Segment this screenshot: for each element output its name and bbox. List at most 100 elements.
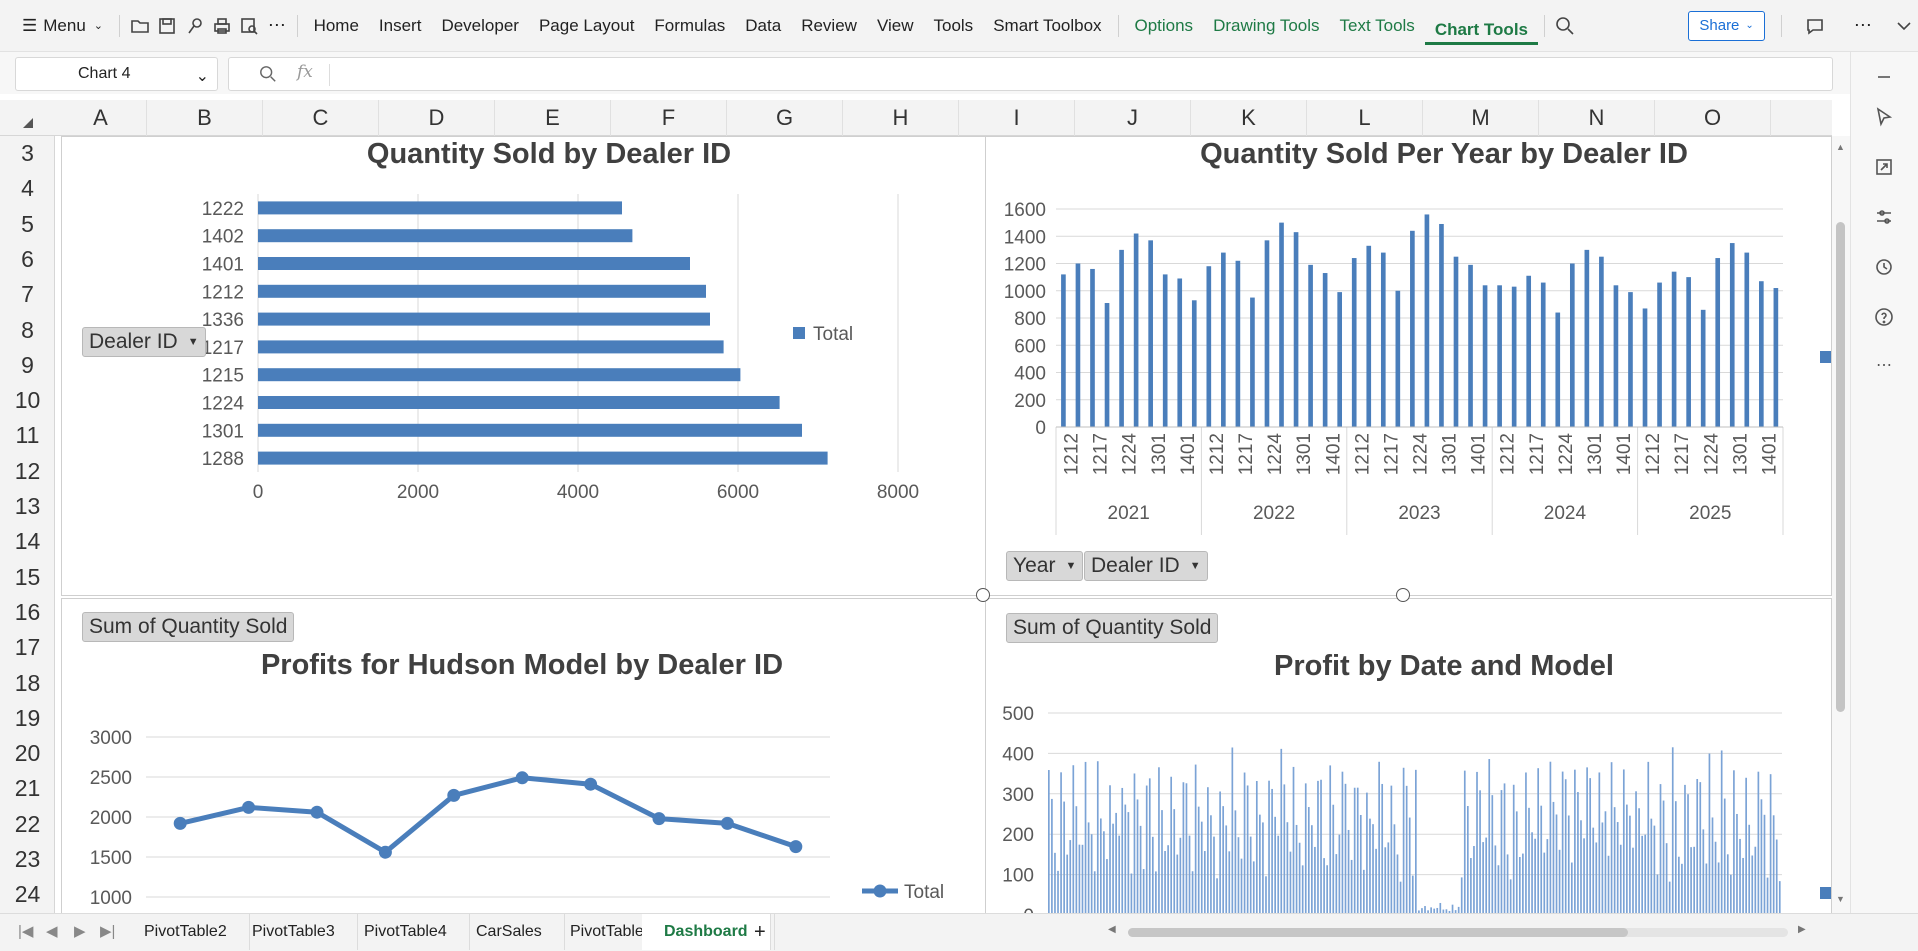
column-header[interactable]: C	[263, 100, 379, 136]
row-header[interactable]: 5	[0, 207, 55, 242]
column-header[interactable]: K	[1191, 100, 1307, 136]
field-button-sum-quantity[interactable]: Sum of Quantity Sold	[82, 612, 295, 642]
tab-review[interactable]: Review	[791, 0, 867, 52]
row-header[interactable]: 7	[0, 277, 55, 312]
row-header[interactable]: 12	[0, 454, 55, 489]
row-header[interactable]: 20	[0, 736, 55, 771]
column-header[interactable]: D	[379, 100, 495, 136]
scroll-down-icon[interactable]: ▼	[1836, 894, 1845, 904]
formula-input[interactable]: fx	[228, 57, 1833, 91]
tab-chart-tools[interactable]: Chart Tools	[1424, 13, 1538, 45]
sheet-grid[interactable]: Quantity Sold by Dealer ID 0 2000 4000 6000 8…	[55, 136, 1832, 913]
row-header[interactable]: 8	[0, 313, 55, 348]
field-button-year[interactable]: Year ▼	[1006, 551, 1084, 581]
column-header[interactable]: H	[843, 100, 959, 136]
format-painter-icon[interactable]	[181, 11, 208, 41]
more-icon[interactable]: ⋯	[1871, 352, 1897, 378]
row-header[interactable]: 11	[0, 418, 55, 453]
history-icon[interactable]	[1871, 254, 1897, 280]
row-header[interactable]: 13	[0, 489, 55, 524]
menu-button[interactable]: ☰ Menu ⌄	[0, 0, 113, 52]
field-button-dealer-id[interactable]: Dealer ID ▼	[1084, 551, 1208, 581]
row-header[interactable]: 14	[0, 524, 55, 559]
select-pointer-icon[interactable]	[1871, 104, 1897, 130]
tab-developer[interactable]: Developer	[431, 0, 529, 52]
column-header[interactable]: E	[495, 100, 611, 136]
search-icon[interactable]	[1551, 11, 1578, 41]
row-header[interactable]: 16	[0, 595, 55, 630]
share-button[interactable]: Share ⌄	[1688, 10, 1765, 41]
print-icon[interactable]	[208, 11, 235, 41]
row-header[interactable]: 23	[0, 842, 55, 877]
sheet-tab[interactable]: PivotTable3	[230, 914, 358, 950]
save-icon[interactable]	[153, 11, 180, 41]
convert-icon[interactable]	[1871, 154, 1897, 180]
column-header[interactable]: G	[727, 100, 843, 136]
tab-options[interactable]: Options	[1124, 0, 1203, 52]
row-header[interactable]: 9	[0, 348, 55, 383]
sheet-tab[interactable]: PivotTable4	[342, 914, 470, 950]
fx-icon[interactable]: fx	[297, 62, 313, 82]
tab-insert[interactable]: Insert	[369, 0, 432, 52]
row-header[interactable]: 19	[0, 701, 55, 736]
overflow-icon[interactable]: ⋯	[1849, 11, 1876, 41]
resize-handle[interactable]	[976, 588, 990, 602]
scroll-right-icon[interactable]: ▶	[1798, 924, 1806, 935]
collapse-icon[interactable]	[1891, 11, 1918, 41]
column-header[interactable]: J	[1075, 100, 1191, 136]
column-header[interactable]: A	[55, 100, 147, 136]
tab-formulas[interactable]: Formulas	[644, 0, 735, 52]
tab-drawing-tools[interactable]: Drawing Tools	[1203, 0, 1329, 52]
row-header[interactable]: 17	[0, 630, 55, 665]
add-sheet-icon[interactable]: +	[746, 914, 775, 950]
column-header[interactable]: L	[1307, 100, 1423, 136]
print-preview-icon[interactable]	[236, 11, 263, 41]
last-sheet-icon[interactable]: ▶|	[100, 922, 115, 940]
resize-handle[interactable]	[1396, 588, 1410, 602]
tab-home[interactable]: Home	[304, 0, 369, 52]
column-header[interactable]: B	[147, 100, 263, 136]
field-button-sum-quantity[interactable]: Sum of Quantity Sold	[1006, 613, 1219, 643]
column-header[interactable]: I	[959, 100, 1075, 136]
field-button-dealer-id[interactable]: Dealer ID ▼	[82, 327, 206, 357]
settings-sliders-icon[interactable]	[1871, 204, 1897, 230]
row-header[interactable]: 10	[0, 383, 55, 418]
first-sheet-icon[interactable]: |◀	[18, 922, 33, 940]
column-header[interactable]: M	[1423, 100, 1539, 136]
open-folder-icon[interactable]	[126, 11, 153, 41]
chart-dealer-quantity[interactable]: Quantity Sold by Dealer ID 0 2000 4000 6000 8…	[61, 136, 987, 596]
zoom-icon[interactable]	[259, 65, 277, 88]
scrollbar-thumb[interactable]	[1128, 928, 1628, 937]
row-header[interactable]: 21	[0, 771, 55, 806]
tab-data[interactable]: Data	[735, 0, 791, 52]
vertical-scrollbar[interactable]: ▲ ▼	[1832, 136, 1850, 913]
comment-icon[interactable]	[1802, 11, 1829, 41]
column-header[interactable]: N	[1539, 100, 1655, 136]
row-header[interactable]: 15	[0, 560, 55, 595]
tab-tools[interactable]: Tools	[924, 0, 984, 52]
horizontal-scrollbar[interactable]: ◀ ▶	[1108, 924, 1808, 940]
scroll-left-icon[interactable]: ◀	[1108, 924, 1116, 935]
tab-page-layout[interactable]: Page Layout	[529, 0, 644, 52]
column-header[interactable]: O	[1655, 100, 1771, 136]
select-all-corner[interactable]	[0, 100, 55, 136]
scrollbar-thumb[interactable]	[1836, 222, 1845, 712]
column-header[interactable]: F	[611, 100, 727, 136]
row-header[interactable]: 22	[0, 807, 55, 842]
minimize-icon[interactable]	[1871, 64, 1897, 90]
name-box[interactable]: Chart 4 ⌄	[15, 57, 218, 91]
prev-sheet-icon[interactable]: ◀	[46, 922, 58, 940]
row-header[interactable]: 4	[0, 171, 55, 206]
row-header[interactable]: 6	[0, 242, 55, 277]
chart-hudson-profits[interactable]: Profits for Hudson Model by Dealer ID 100…	[61, 598, 987, 913]
help-icon[interactable]	[1871, 304, 1897, 330]
chart-profit-date-model[interactable]: Profit by Date and Model 0 100 200 300 400 500…	[985, 598, 1832, 913]
next-sheet-icon[interactable]: ▶	[74, 922, 86, 940]
row-header[interactable]: 18	[0, 666, 55, 701]
more-icon[interactable]: ⋯	[263, 11, 290, 41]
chart-yearly-quantity[interactable]: Quantity Sold Per Year by Dealer ID 0 200 4…	[985, 136, 1832, 596]
tab-view[interactable]: View	[867, 0, 924, 52]
tab-smart-toolbox[interactable]: Smart Toolbox	[983, 0, 1111, 52]
row-header[interactable]: 3	[0, 136, 55, 171]
row-header[interactable]: 24	[0, 877, 55, 912]
